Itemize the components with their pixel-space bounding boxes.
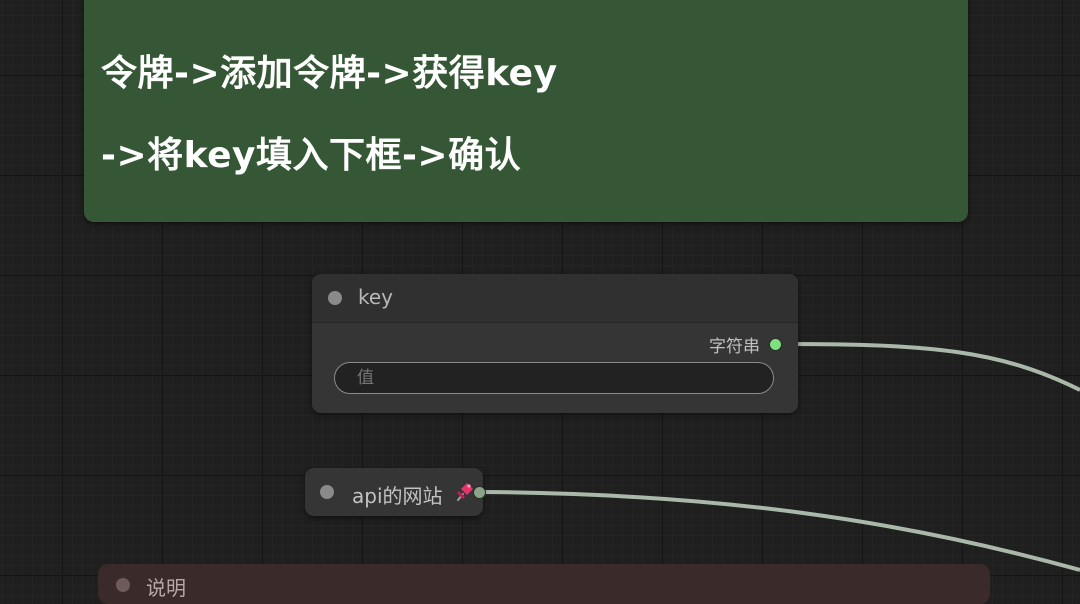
link-api-output <box>483 490 1080 572</box>
pushpin-icon <box>457 483 473 501</box>
output-label: 字符串 <box>709 337 760 357</box>
api-site-node-title: api的网站 <box>352 484 443 508</box>
key-node-header[interactable]: key <box>312 274 798 323</box>
collapse-toggle-icon[interactable] <box>320 485 334 499</box>
key-node-title: key <box>358 285 394 309</box>
key-node[interactable]: key 字符串 <box>312 274 798 413</box>
collapse-toggle-icon[interactable] <box>328 291 342 305</box>
link-key-output <box>783 342 1080 392</box>
note-line-2: ->将key填入下框->确认 <box>101 135 522 176</box>
api-output-socket-icon[interactable] <box>473 486 486 499</box>
collapse-toggle-icon[interactable] <box>116 578 130 592</box>
note-line-1: 令牌->添加令牌->获得key <box>101 53 558 94</box>
node-canvas[interactable]: 令牌->添加令牌->获得key ->将key填入下框->确认 key 字符串 a… <box>0 0 1080 604</box>
api-site-node[interactable]: api的网站 <box>305 468 483 516</box>
instruction-note[interactable]: 令牌->添加令牌->获得key ->将key填入下框->确认 <box>84 0 968 222</box>
bottom-note[interactable]: 说明 <box>98 564 990 604</box>
value-input[interactable] <box>334 362 774 394</box>
output-socket-icon[interactable] <box>769 338 782 351</box>
bottom-note-title: 说明 <box>146 576 186 600</box>
